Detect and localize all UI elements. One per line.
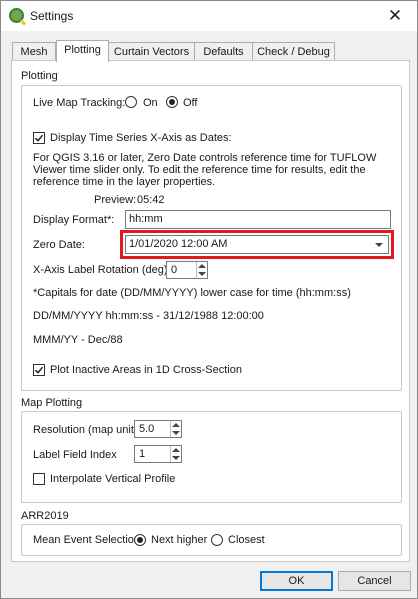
- spin-up-icon[interactable]: [172, 423, 180, 427]
- live-map-tracking-off-radio[interactable]: [166, 96, 178, 108]
- map-plotting-group: Resolution (map units) 5.0 Label Field I…: [21, 411, 402, 503]
- label-rotation-label: X-Axis Label Rotation (deg):: [33, 264, 171, 276]
- arr2019-group: Mean Event Selection: Next higher Closes…: [21, 524, 402, 556]
- date-format-example-1: DD/MM/YYYY hh:mm:ss - 31/12/1988 12:00:0…: [33, 310, 264, 322]
- tab-defaults[interactable]: Defaults: [195, 42, 253, 61]
- zero-date-label: Zero Date:: [33, 239, 85, 251]
- plotting-group-title: Plotting: [21, 70, 58, 82]
- closest-label[interactable]: Closest: [228, 534, 265, 546]
- tab-plotting[interactable]: Plotting: [56, 40, 109, 62]
- resolution-spinbox[interactable]: 5.0: [134, 420, 182, 438]
- zero-date-info-text: For QGIS 3.16 or later, Zero Date contro…: [33, 152, 377, 188]
- date-format-note: *Capitals for date (DD/MM/YYYY) lower ca…: [33, 287, 351, 299]
- spin-down-icon[interactable]: [172, 456, 180, 460]
- resolution-label: Resolution (map units): [33, 424, 144, 436]
- display-format-label: Display Format*:: [33, 214, 115, 226]
- label-field-index-spinbox[interactable]: 1: [134, 445, 182, 463]
- display-time-series-label[interactable]: Display Time Series X-Axis as Dates:: [50, 132, 232, 144]
- display-time-series-checkbox[interactable]: [33, 132, 45, 144]
- interpolate-vertical-label[interactable]: Interpolate Vertical Profile: [50, 473, 175, 485]
- arr2019-group-title: ARR2019: [21, 510, 69, 522]
- close-icon[interactable]: ✕: [377, 3, 413, 29]
- tab-check-debug[interactable]: Check / Debug: [253, 42, 335, 61]
- closest-radio[interactable]: [211, 534, 223, 546]
- spin-up-icon[interactable]: [172, 448, 180, 452]
- settings-window: Settings ✕ Mesh Plotting Curtain Vectors…: [0, 0, 418, 599]
- date-format-example-2: MMM/YY - Dec/88: [33, 334, 123, 346]
- next-higher-label[interactable]: Next higher: [151, 534, 207, 546]
- tab-curtain-vectors[interactable]: Curtain Vectors: [109, 42, 195, 61]
- spin-down-icon[interactable]: [172, 431, 180, 435]
- spin-up-icon[interactable]: [198, 264, 206, 268]
- checkmark-icon: [34, 134, 44, 142]
- ok-button[interactable]: OK: [260, 571, 333, 591]
- cancel-button[interactable]: Cancel: [338, 571, 411, 591]
- tab-bar: Mesh Plotting Curtain Vectors Defaults C…: [12, 40, 335, 62]
- preview-label: Preview:: [94, 194, 137, 206]
- label-field-index-label: Label Field Index: [33, 449, 117, 461]
- next-higher-radio[interactable]: [134, 534, 146, 546]
- plotting-group: Live Map Tracking: On Off Display Time S…: [21, 85, 402, 391]
- live-map-tracking-on-label[interactable]: On: [143, 97, 158, 109]
- live-map-tracking-label: Live Map Tracking:: [33, 97, 126, 109]
- tab-mesh[interactable]: Mesh: [12, 42, 56, 61]
- mean-event-selection-label: Mean Event Selection:: [33, 534, 144, 546]
- label-field-index-value: 1: [139, 448, 146, 460]
- label-rotation-value: 0: [171, 264, 178, 276]
- window-title: Settings: [30, 9, 74, 23]
- live-map-tracking-on-radio[interactable]: [125, 96, 137, 108]
- preview-value: 05:42: [137, 194, 165, 206]
- label-rotation-spinbox[interactable]: 0: [166, 261, 208, 279]
- plot-inactive-label[interactable]: Plot Inactive Areas in 1D Cross-Section: [50, 364, 242, 376]
- live-map-tracking-off-label[interactable]: Off: [183, 97, 197, 109]
- qgis-logo-icon: [9, 8, 24, 23]
- plotting-tab-pane: Plotting Live Map Tracking: On Off Displ…: [11, 60, 410, 562]
- spin-buttons[interactable]: [170, 446, 181, 462]
- spin-down-icon[interactable]: [198, 272, 206, 276]
- display-format-input[interactable]: hh:mm: [125, 210, 391, 229]
- title-bar: Settings ✕: [1, 1, 417, 31]
- spin-buttons[interactable]: [196, 262, 207, 278]
- interpolate-vertical-checkbox[interactable]: [33, 473, 45, 485]
- resolution-value: 5.0: [139, 423, 155, 435]
- spin-buttons[interactable]: [170, 421, 181, 437]
- map-plotting-group-title: Map Plotting: [21, 397, 83, 409]
- plot-inactive-checkbox[interactable]: [33, 364, 45, 376]
- highlight-box: [120, 230, 394, 259]
- checkmark-icon: [34, 366, 44, 374]
